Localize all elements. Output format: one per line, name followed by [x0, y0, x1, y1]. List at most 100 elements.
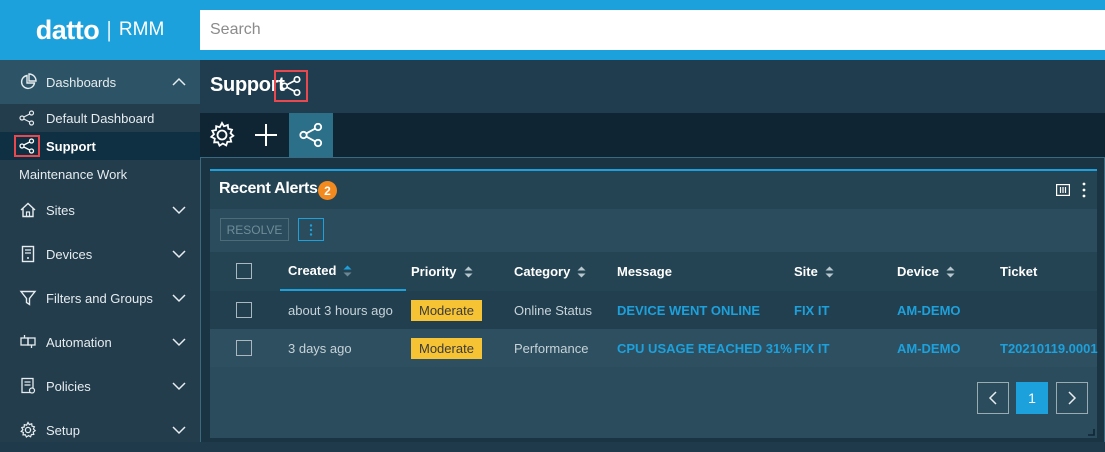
cell-created: about 3 hours ago	[288, 302, 393, 318]
more-actions-button[interactable]	[298, 218, 324, 241]
more-vertical-icon[interactable]	[1081, 182, 1087, 198]
column-label: Message	[617, 264, 672, 279]
column-label: Priority	[411, 264, 457, 279]
dashboard-toolbar	[200, 113, 1105, 157]
share-icon	[19, 110, 35, 126]
cell-site-link[interactable]: FIX IT	[794, 291, 829, 329]
automation-icon	[20, 335, 36, 348]
main-content: Support Recent Alerts 2 RESOLVE Created …	[200, 60, 1105, 442]
chevron-down-icon[interactable]	[172, 247, 186, 261]
resize-handle-icon[interactable]	[1087, 428, 1095, 436]
sidebar-item-dashboards[interactable]: Dashboards	[0, 60, 200, 104]
search-input[interactable]	[200, 10, 1105, 50]
sort-icon	[577, 266, 586, 277]
gear-icon	[20, 421, 37, 438]
priority-badge: Moderate	[411, 337, 482, 359]
add-widget-button[interactable]	[244, 113, 288, 157]
cell-category: Online Status	[514, 302, 593, 318]
chevron-left-icon	[988, 391, 997, 405]
sidebar-item-label: Sites	[46, 202, 75, 218]
cell-site-link[interactable]: FIX IT	[794, 329, 829, 367]
recent-alerts-widget: Recent Alerts 2 RESOLVE Created Priority…	[210, 169, 1098, 438]
sidebar-item-label: Dashboards	[46, 74, 117, 90]
sidebar-item-label: Maintenance Work	[19, 166, 128, 182]
table-row[interactable]: about 3 hours ago Moderate Online Status…	[210, 291, 1097, 329]
previous-page-button[interactable]	[977, 382, 1009, 414]
brand-name: datto	[35, 14, 100, 45]
highlight-box	[14, 135, 40, 157]
sidebar-item-setup[interactable]: Setup	[0, 408, 200, 452]
share-icon	[299, 122, 323, 148]
column-header-created[interactable]: Created	[280, 252, 406, 291]
chevron-up-icon[interactable]	[172, 75, 186, 89]
resolve-button[interactable]: RESOLVE	[220, 218, 289, 241]
logo[interactable]: datto | RMM	[0, 0, 200, 60]
home-icon	[20, 202, 36, 218]
server-icon	[21, 245, 35, 263]
next-page-button[interactable]	[1056, 382, 1088, 414]
product-name: RMM	[118, 19, 165, 40]
chevron-down-icon[interactable]	[172, 203, 186, 217]
sidebar-item-policies[interactable]: Policies	[0, 364, 200, 408]
top-bar: datto | RMM	[0, 0, 1105, 60]
sort-icon	[825, 266, 834, 277]
chevron-right-icon	[1068, 391, 1077, 405]
select-all-cell	[210, 252, 280, 291]
cell-message-link[interactable]: CPU USAGE REACHED 31%	[617, 329, 792, 367]
table-header: Created Priority Category Message Site D…	[210, 252, 1097, 291]
sidebar-item-devices[interactable]: Devices	[0, 232, 200, 276]
more-vertical-icon	[309, 223, 313, 236]
sidebar-item-maintenance-work[interactable]: Maintenance Work	[0, 160, 200, 188]
divider	[200, 157, 201, 442]
cell-priority: Moderate	[411, 329, 482, 367]
page-header: Support	[200, 60, 1105, 113]
sidebar-item-label: Policies	[46, 378, 91, 394]
sidebar-item-automation[interactable]: Automation	[0, 320, 200, 364]
chevron-down-icon[interactable]	[172, 379, 186, 393]
divider	[200, 157, 1105, 158]
column-label: Created	[288, 263, 337, 278]
sidebar-item-sites[interactable]: Sites	[0, 188, 200, 232]
column-header-message[interactable]: Message	[617, 252, 672, 291]
brand-separator: |	[106, 17, 112, 42]
column-label: Device	[897, 264, 939, 279]
cell-device-link[interactable]: AM-DEMO	[897, 291, 961, 329]
cell-ticket-link[interactable]: T20210119.0001	[1000, 329, 1098, 367]
chevron-down-icon[interactable]	[172, 423, 186, 437]
plus-icon	[255, 124, 277, 146]
widget-header: Recent Alerts 2	[210, 171, 1097, 209]
column-label: Category	[514, 264, 571, 279]
sidebar-item-filters-and-groups[interactable]: Filters and Groups	[0, 276, 200, 320]
settings-button[interactable]	[200, 113, 244, 157]
columns-icon[interactable]	[1056, 184, 1070, 196]
share-dashboard-button[interactable]	[289, 113, 333, 157]
table-row[interactable]: 3 days ago Moderate Performance CPU USAG…	[210, 329, 1098, 367]
column-header-ticket[interactable]: Ticket	[1000, 252, 1037, 291]
column-header-device[interactable]: Device	[897, 252, 955, 291]
sort-icon	[464, 266, 473, 277]
chevron-down-icon[interactable]	[172, 335, 186, 349]
sidebar-item-label: Setup	[46, 422, 80, 438]
filter-icon	[19, 290, 37, 306]
column-label: Ticket	[1000, 264, 1038, 279]
column-header-site[interactable]: Site	[794, 252, 834, 291]
title-share-button[interactable]	[274, 70, 308, 102]
row-checkbox[interactable]	[236, 302, 252, 318]
select-all-checkbox[interactable]	[236, 263, 252, 279]
sidebar-item-label: Support	[46, 138, 96, 154]
column-header-category[interactable]: Category	[514, 252, 586, 291]
cell-device-link[interactable]: AM-DEMO	[897, 329, 961, 367]
sidebar-item-support[interactable]: Support	[0, 132, 200, 160]
sidebar: Dashboards Default Dashboard Support Mai…	[0, 60, 200, 442]
cell-message-link[interactable]: DEVICE WENT ONLINE	[617, 291, 760, 329]
column-label: Site	[794, 264, 818, 279]
sidebar-item-default-dashboard[interactable]: Default Dashboard	[0, 104, 200, 132]
sort-ascending-icon	[343, 265, 352, 276]
column-header-priority[interactable]: Priority	[411, 252, 473, 291]
row-checkbox[interactable]	[236, 340, 252, 356]
chevron-down-icon[interactable]	[172, 291, 186, 305]
page-number-button[interactable]: 1	[1016, 382, 1048, 414]
sidebar-item-label: Filters and Groups	[46, 290, 153, 306]
share-icon	[280, 75, 301, 97]
policy-icon	[21, 377, 36, 394]
